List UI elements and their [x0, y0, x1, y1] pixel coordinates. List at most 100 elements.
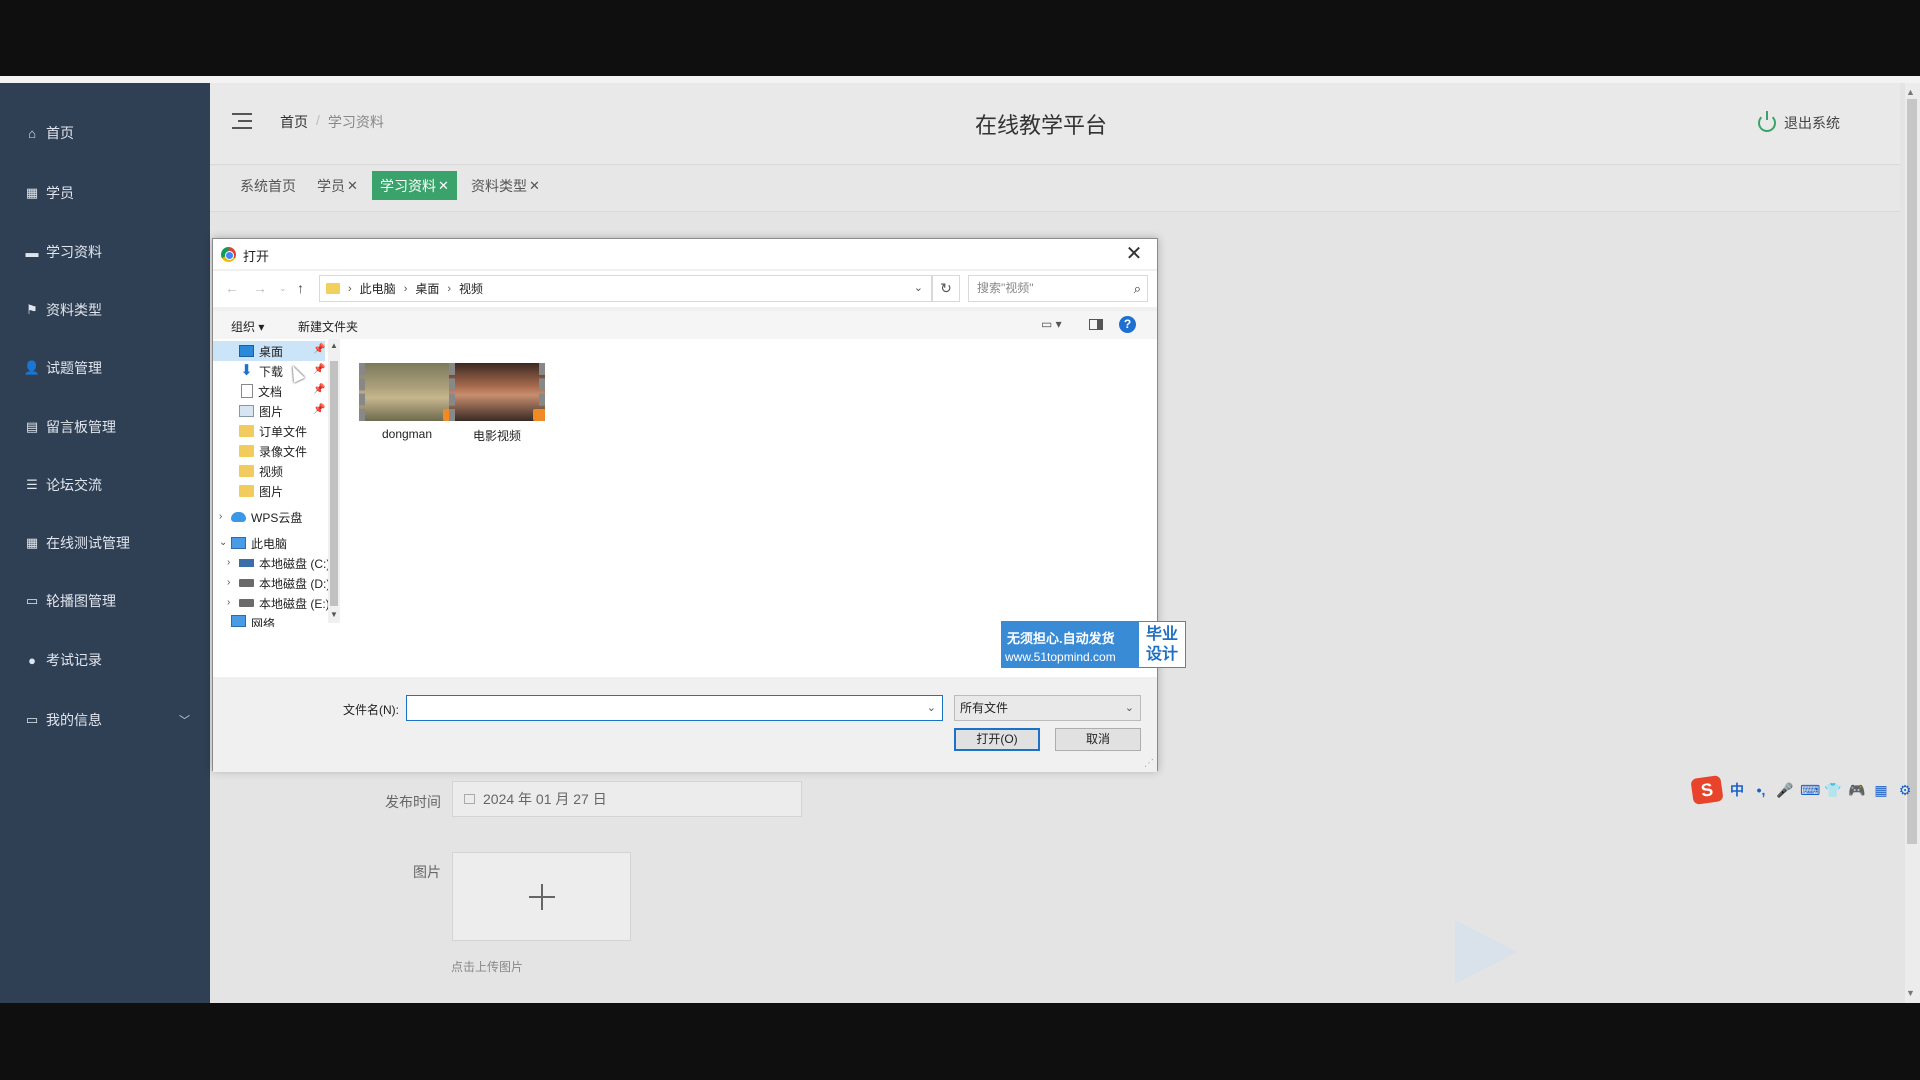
chevron-right-icon[interactable]: ›: [227, 597, 230, 608]
file-name[interactable]: dongman: [357, 427, 457, 441]
game-icon[interactable]: 🎮: [1848, 782, 1866, 799]
sidebar-item-questions[interactable]: 👤 试题管理: [0, 348, 210, 388]
breadcrumb-home[interactable]: 首页: [280, 112, 308, 132]
drive-icon: [239, 579, 254, 587]
up-arrow-icon[interactable]: ↑: [297, 280, 304, 296]
screen-bottom-bar: [0, 1003, 1920, 1080]
publish-time-input[interactable]: 2024 年 01 月 27 日: [452, 781, 802, 817]
sidebar-item-forum[interactable]: ☰ 论坛交流: [0, 465, 210, 505]
video-thumbnail[interactable]: [449, 363, 545, 421]
file-type-select[interactable]: 所有文件 ⌄: [954, 695, 1141, 721]
file-name[interactable]: 电影视频: [447, 427, 547, 444]
scroll-up-icon[interactable]: ▲: [1906, 87, 1915, 97]
new-folder-button[interactable]: 新建文件夹: [298, 318, 358, 335]
skin-icon[interactable]: 👕: [1824, 782, 1842, 799]
tree-item-drive-e[interactable]: 本地磁盘 (E:): [239, 593, 330, 613]
close-icon[interactable]: ✕: [529, 178, 540, 194]
image-upload-box[interactable]: [452, 852, 631, 941]
settings-icon[interactable]: ⚙: [1896, 782, 1914, 799]
forward-arrow-icon[interactable]: →: [253, 280, 267, 296]
menu-toggle-icon[interactable]: [232, 113, 252, 129]
tab-materials[interactable]: 学习资料 ✕: [372, 171, 457, 200]
breadcrumb-current: 学习资料: [327, 114, 384, 130]
watermark-logo: [1455, 920, 1517, 984]
chinese-mode-icon[interactable]: 中: [1728, 780, 1746, 800]
tree-scrollbar-thumb[interactable]: [330, 361, 338, 606]
book-icon: ▬: [25, 244, 39, 260]
filename-label: 文件名(N):: [343, 703, 399, 717]
path-segment[interactable]: 此电脑: [360, 280, 396, 297]
flag-icon: ⚑: [26, 302, 38, 317]
sidebar-item-online-test[interactable]: ▦ 在线测试管理: [0, 523, 210, 563]
address-bar[interactable]: › 此电脑 › 桌面 › 视频 ⌄: [319, 275, 932, 302]
pin-icon[interactable]: 📌: [313, 404, 325, 415]
preview-pane-icon[interactable]: [1089, 319, 1103, 330]
search-input[interactable]: 搜索"视频" ⌕: [968, 275, 1148, 302]
close-icon[interactable]: ✕: [1119, 241, 1149, 266]
tab-system-home[interactable]: 系统首页: [232, 171, 304, 200]
refresh-icon[interactable]: ↻: [932, 275, 960, 302]
help-icon[interactable]: ?: [1119, 316, 1136, 333]
sidebar-item-messages[interactable]: ▤ 留言板管理: [0, 407, 210, 447]
sidebar-item-material-types[interactable]: ⚑ 资料类型: [0, 290, 210, 330]
apps-icon[interactable]: ▦: [1872, 782, 1890, 799]
back-arrow-icon[interactable]: ←: [225, 280, 239, 296]
open-button[interactable]: 打开(O): [954, 728, 1040, 751]
organize-menu[interactable]: 组织 ▾: [231, 318, 264, 335]
sidebar-item-my-info[interactable]: ▭ 我的信息 ﹀: [0, 700, 210, 740]
sogou-logo-icon[interactable]: S: [1690, 775, 1724, 805]
tree-item-network[interactable]: 网络: [231, 615, 275, 627]
logout-button[interactable]: 退出系统: [1758, 111, 1840, 133]
scroll-up-icon[interactable]: ▲: [330, 341, 338, 350]
desktop-icon: [239, 345, 254, 357]
tree-item-documents[interactable]: 文档: [241, 381, 282, 401]
punctuation-icon[interactable]: •,: [1752, 782, 1770, 798]
tab-material-types[interactable]: 资料类型 ✕: [463, 171, 548, 200]
tree-item-this-pc[interactable]: 此电脑: [231, 533, 287, 553]
keyboard-icon[interactable]: ⌨: [1800, 782, 1820, 799]
tree-item-drive-c[interactable]: 本地磁盘 (C:): [239, 553, 330, 573]
list-icon: ☰: [26, 477, 38, 492]
sidebar-item-carousel[interactable]: ▭ 轮播图管理: [0, 581, 210, 621]
chevron-right-icon[interactable]: ›: [227, 557, 230, 568]
sidebar-item-materials[interactable]: ▬ 学习资料: [0, 232, 210, 272]
tree-item-folder[interactable]: 图片: [239, 481, 283, 501]
path-segment[interactable]: 桌面: [415, 280, 439, 297]
sidebar-item-students[interactable]: ▦ 学员: [0, 173, 210, 213]
chevron-down-icon[interactable]: ⌄: [927, 701, 936, 714]
close-icon[interactable]: ✕: [438, 178, 449, 194]
pin-icon[interactable]: 📌: [313, 384, 325, 395]
user-icon: 👤: [23, 360, 41, 375]
path-segment[interactable]: 视频: [459, 280, 483, 297]
tree-item-pictures[interactable]: 图片: [239, 401, 283, 421]
chevron-down-icon[interactable]: ⌄: [914, 281, 923, 294]
sidebar-item-exam-records[interactable]: ● 考试记录: [0, 640, 210, 680]
tree-item-folder[interactable]: 录像文件: [239, 441, 307, 461]
home-icon: ⌂: [28, 125, 36, 141]
video-thumbnail[interactable]: [359, 363, 455, 421]
close-icon[interactable]: ✕: [347, 178, 358, 194]
chevron-down-icon[interactable]: ⌄: [219, 537, 227, 548]
scroll-down-icon[interactable]: ▼: [330, 610, 338, 619]
tab-students[interactable]: 学员 ✕: [309, 171, 366, 200]
page-title: 在线教学平台: [975, 113, 1108, 138]
view-options-icon[interactable]: ▭ ▾: [1041, 317, 1062, 331]
scroll-down-icon[interactable]: ▼: [1906, 988, 1915, 998]
microphone-icon[interactable]: 🎤: [1776, 782, 1794, 799]
recent-dropdown-icon[interactable]: ⌄: [279, 283, 287, 294]
chevron-right-icon[interactable]: ›: [227, 577, 230, 588]
cancel-button[interactable]: 取消: [1055, 728, 1141, 751]
pin-icon[interactable]: 📌: [313, 364, 325, 375]
page-scrollbar-thumb[interactable]: [1907, 99, 1917, 844]
tree-item-wps-cloud[interactable]: WPS云盘: [231, 507, 302, 527]
tree-item-desktop[interactable]: 桌面: [213, 341, 325, 361]
tree-item-folder[interactable]: 视频: [239, 461, 283, 481]
filename-input[interactable]: ⌄: [406, 695, 943, 721]
sidebar-item-home[interactable]: ⌂ 首页: [0, 113, 210, 153]
tree-item-downloads[interactable]: ⬇ 下载: [239, 361, 283, 381]
resize-grip-icon[interactable]: ⋰: [1144, 758, 1154, 769]
tree-item-drive-d[interactable]: 本地磁盘 (D:): [239, 573, 330, 593]
tree-item-folder[interactable]: 订单文件: [239, 421, 307, 441]
pin-icon[interactable]: 📌: [313, 344, 325, 355]
chevron-right-icon[interactable]: ›: [219, 511, 222, 522]
